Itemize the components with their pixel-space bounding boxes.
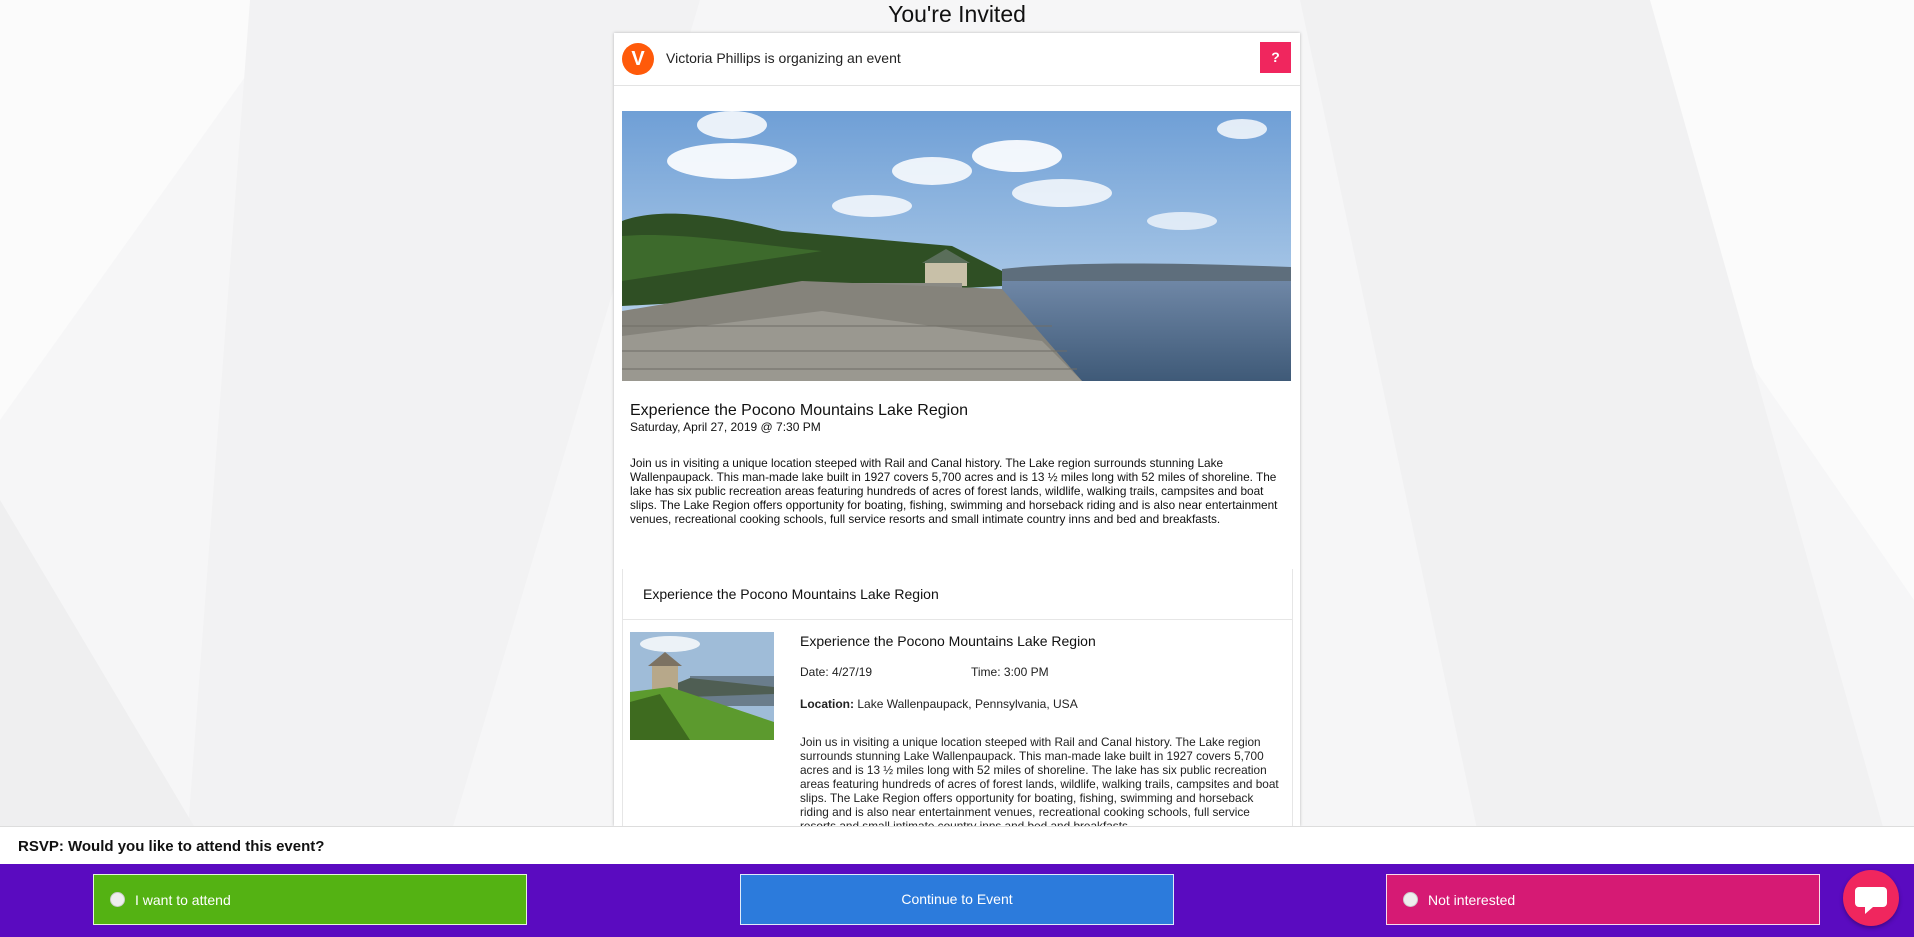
attend-button[interactable]: I want to attend bbox=[93, 874, 527, 925]
help-button[interactable]: ? bbox=[1260, 42, 1291, 73]
event-description: Join us in visiting a unique location st… bbox=[630, 456, 1278, 526]
radio-icon[interactable] bbox=[110, 892, 125, 907]
event-datetime: Saturday, April 27, 2019 @ 7:30 PM bbox=[630, 420, 821, 434]
itinerary-header: Experience the Pocono Mountains Lake Reg… bbox=[623, 569, 1292, 620]
itinerary-card: Experience the Pocono Mountains Lake Reg… bbox=[622, 569, 1293, 826]
continue-to-event-button[interactable]: Continue to Event bbox=[740, 874, 1174, 925]
itinerary-item-description: Join us in visiting a unique location st… bbox=[800, 735, 1279, 826]
chat-bubble-icon[interactable] bbox=[1843, 870, 1899, 926]
location-label: Location: bbox=[800, 697, 854, 711]
event-title: Experience the Pocono Mountains Lake Reg… bbox=[630, 402, 968, 419]
invitation-card: V Victoria Phillips is organizing an eve… bbox=[614, 33, 1300, 826]
organizer-avatar: V bbox=[622, 43, 654, 75]
page-title: You're Invited bbox=[888, 1, 1026, 27]
radio-icon[interactable] bbox=[1403, 892, 1418, 907]
event-hero-image bbox=[622, 111, 1291, 381]
itinerary-item-title: Experience the Pocono Mountains Lake Reg… bbox=[800, 633, 1096, 649]
rsvp-action-bar: I want to attend Continue to Event Not i… bbox=[0, 864, 1914, 937]
itinerary-thumbnail-image bbox=[630, 632, 774, 740]
not-interested-button-label: Not interested bbox=[1428, 892, 1516, 908]
not-interested-button[interactable]: Not interested bbox=[1386, 874, 1820, 925]
itinerary-header-title: Experience the Pocono Mountains Lake Reg… bbox=[643, 586, 939, 602]
itinerary-item-date: Date: 4/27/19 bbox=[800, 665, 873, 679]
organizer-bar: V Victoria Phillips is organizing an eve… bbox=[614, 33, 1300, 86]
itinerary-item-location: Location: Lake Wallenpaupack, Pennsylvan… bbox=[800, 697, 1078, 711]
itinerary-item-time: Time: 3:00 PM bbox=[971, 665, 1049, 679]
location-value: Lake Wallenpaupack, Pennsylvania, USA bbox=[857, 697, 1078, 711]
rsvp-question: RSVP: Would you like to attend this even… bbox=[18, 838, 325, 855]
attend-button-label: I want to attend bbox=[135, 892, 231, 908]
rsvp-question-bar: RSVP: Would you like to attend this even… bbox=[0, 826, 1914, 865]
organizer-text: Victoria Phillips is organizing an event bbox=[666, 50, 901, 66]
